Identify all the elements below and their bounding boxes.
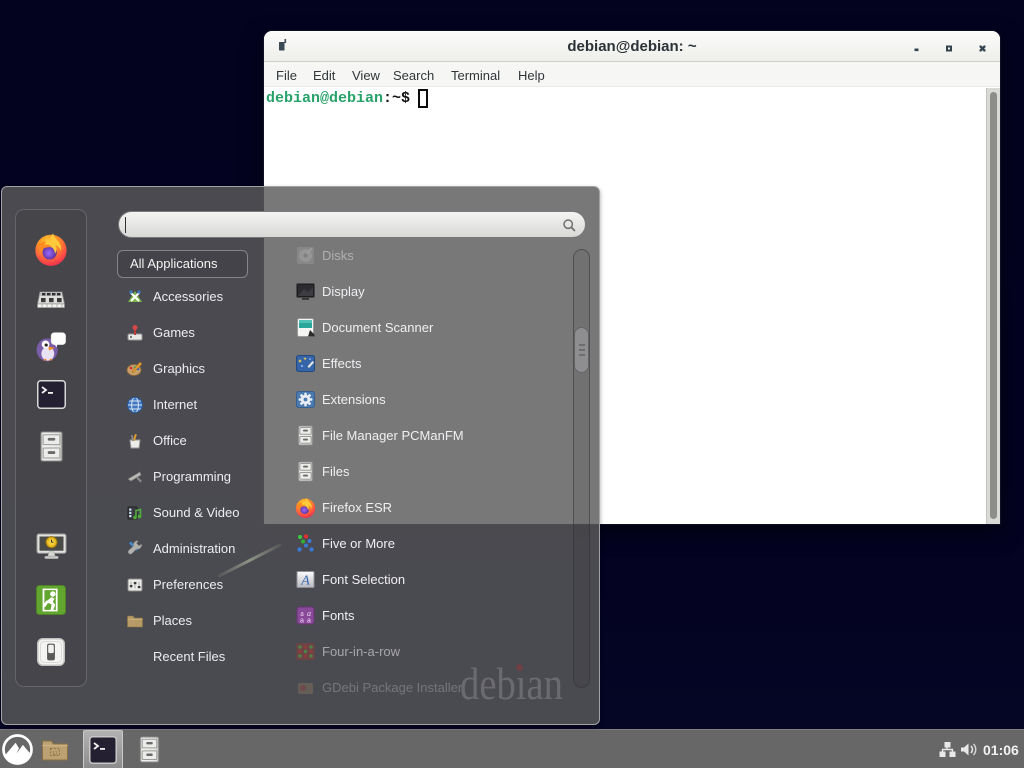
svg-text:D: D [53, 751, 58, 757]
svg-text:a: a [307, 618, 311, 626]
svg-text:a: a [300, 618, 304, 625]
svg-text:A: A [300, 574, 310, 589]
